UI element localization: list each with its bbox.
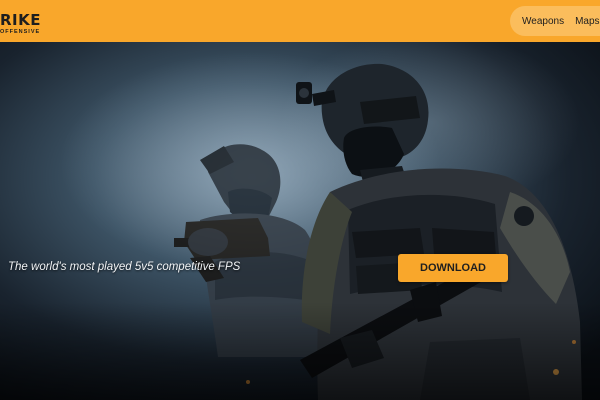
main-nav: Weapons Maps	[510, 6, 600, 36]
nav-item-weapons[interactable]: Weapons	[522, 16, 564, 27]
download-button[interactable]: DOWNLOAD	[398, 254, 508, 282]
site-logo[interactable]: RIKE OFFENSIVE	[0, 13, 41, 36]
site-header: RIKE OFFENSIVE Weapons Maps	[0, 0, 600, 42]
hero-image	[0, 42, 600, 400]
hero-section: The world's most played 5v5 competitive …	[0, 42, 600, 400]
hero-tagline: The world's most played 5v5 competitive …	[8, 261, 241, 273]
page: RIKE OFFENSIVE Weapons Maps The world's …	[0, 0, 600, 400]
logo-wordmark: RIKE	[0, 11, 42, 29]
logo-subtitle: OFFENSIVE	[0, 29, 41, 35]
nav-item-maps[interactable]: Maps	[575, 16, 599, 27]
